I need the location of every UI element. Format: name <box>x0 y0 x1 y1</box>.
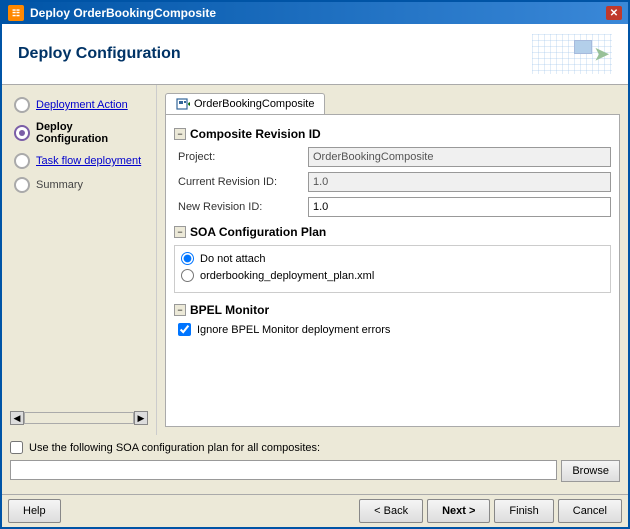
step-icon-deploy-configuration <box>14 125 30 141</box>
title-bar: ☷ Deploy OrderBookingComposite ✕ <box>2 2 628 24</box>
page-title: Deploy Configuration <box>18 45 181 63</box>
bottom-area: Use the following SOA configuration plan… <box>2 435 628 494</box>
soa-input-row: Browse <box>10 460 620 482</box>
collapse-soa-btn[interactable]: − <box>174 226 186 238</box>
right-panel: OrderBookingComposite − Composite Revisi… <box>157 85 628 435</box>
soa-config-header: − SOA Configuration Plan <box>174 225 611 239</box>
next-button[interactable]: Next > <box>427 499 490 523</box>
back-button[interactable]: < Back <box>359 499 423 523</box>
ignore-errors-row: Ignore BPEL Monitor deployment errors <box>174 323 611 336</box>
form-area: − Composite Revision ID Project: Current… <box>165 114 620 427</box>
soa-for-all-label: Use the following SOA configuration plan… <box>29 442 320 454</box>
sidebar-item-summary: Summary <box>10 175 148 195</box>
sidebar-scrollbar[interactable] <box>24 412 134 424</box>
bpel-monitor-title: BPEL Monitor <box>190 303 269 317</box>
sidebar-label-summary: Summary <box>36 179 83 191</box>
radio-deployment-plan[interactable] <box>181 269 194 282</box>
new-revision-input[interactable] <box>308 197 611 217</box>
project-row: Project: <box>174 147 611 167</box>
step-icon-summary <box>14 177 30 193</box>
scroll-right-btn[interactable]: ▶ <box>134 411 148 425</box>
step-icon-task-flow <box>14 153 30 169</box>
header-decoration: ➤ <box>532 34 612 74</box>
radio-deployment-plan-row: orderbooking_deployment_plan.xml <box>181 269 604 282</box>
window-title: Deploy OrderBookingComposite <box>30 6 216 20</box>
radio-do-not-attach-row: Do not attach <box>181 252 604 265</box>
soa-for-all-row: Use the following SOA configuration plan… <box>10 441 620 454</box>
radio-do-not-attach[interactable] <box>181 252 194 265</box>
cancel-button[interactable]: Cancel <box>558 499 622 523</box>
help-button[interactable]: Help <box>8 499 61 523</box>
sidebar-label-deployment-action[interactable]: Deployment Action <box>36 99 128 111</box>
step-icon-deployment-action <box>14 97 30 113</box>
tab-icon <box>176 97 190 111</box>
main-content: Deployment Action Deploy Configuration T… <box>2 85 628 435</box>
soa-for-all-checkbox[interactable] <box>10 441 23 454</box>
button-bar: Help < Back Next > Finish Cancel <box>2 494 628 527</box>
collapse-bpel-btn[interactable]: − <box>174 304 186 316</box>
main-window: ☷ Deploy OrderBookingComposite ✕ Deploy … <box>0 0 630 529</box>
window-icon: ☷ <box>8 5 24 21</box>
header: Deploy Configuration ➤ <box>2 24 628 85</box>
sidebar: Deployment Action Deploy Configuration T… <box>2 85 157 435</box>
sidebar-label-task-flow[interactable]: Task flow deployment <box>36 155 141 167</box>
ignore-errors-checkbox[interactable] <box>178 323 191 336</box>
tab-orderbookingcomposite[interactable]: OrderBookingComposite <box>165 93 325 114</box>
new-revision-row: New Revision ID: <box>174 197 611 217</box>
sidebar-item-task-flow-deployment[interactable]: Task flow deployment <box>10 151 148 171</box>
sidebar-item-deployment-action[interactable]: Deployment Action <box>10 95 148 115</box>
radio-deployment-plan-label: orderbooking_deployment_plan.xml <box>200 270 374 282</box>
sidebar-label-deploy-configuration: Deploy Configuration <box>36 121 144 145</box>
composite-revision-title: Composite Revision ID <box>190 127 321 141</box>
sidebar-item-deploy-configuration: Deploy Configuration <box>10 119 148 147</box>
close-button[interactable]: ✕ <box>606 6 622 20</box>
ignore-errors-label: Ignore BPEL Monitor deployment errors <box>197 324 390 336</box>
button-bar-left: Help <box>8 499 61 523</box>
soa-config-path-input[interactable] <box>10 460 557 480</box>
current-revision-input <box>308 172 611 192</box>
soa-plan-box: Do not attach orderbooking_deployment_pl… <box>174 245 611 293</box>
composite-revision-header: − Composite Revision ID <box>174 127 611 141</box>
soa-config-title: SOA Configuration Plan <box>190 225 326 239</box>
browse-button[interactable]: Browse <box>561 460 620 482</box>
tab-label: OrderBookingComposite <box>194 98 314 110</box>
project-label: Project: <box>178 151 308 163</box>
bpel-monitor-header: − BPEL Monitor <box>174 303 611 317</box>
sidebar-scroll-area: ◀ ▶ <box>10 403 148 425</box>
button-bar-right: < Back Next > Finish Cancel <box>359 499 622 523</box>
current-revision-label: Current Revision ID: <box>178 176 308 188</box>
current-revision-row: Current Revision ID: <box>174 172 611 192</box>
collapse-composite-btn[interactable]: − <box>174 128 186 140</box>
project-input <box>308 147 611 167</box>
scroll-left-btn[interactable]: ◀ <box>10 411 24 425</box>
radio-do-not-attach-label: Do not attach <box>200 253 265 265</box>
new-revision-label: New Revision ID: <box>178 201 308 213</box>
finish-button[interactable]: Finish <box>494 499 553 523</box>
tab-bar: OrderBookingComposite <box>165 93 620 114</box>
